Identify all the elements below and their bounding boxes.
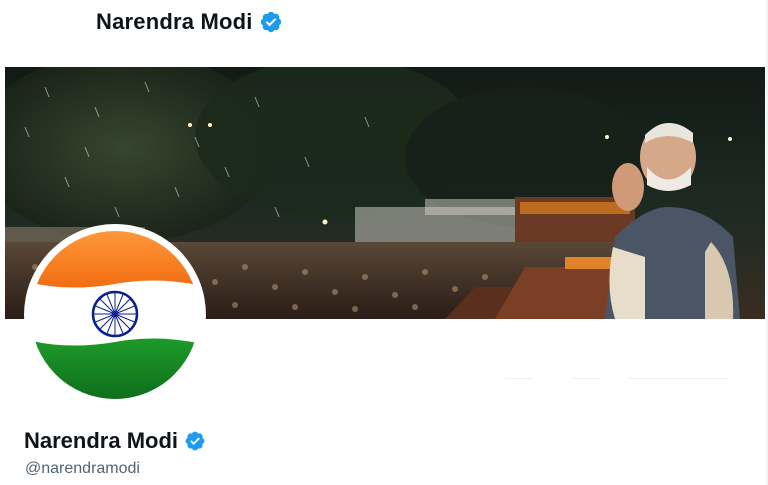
faint-button-edge	[572, 378, 600, 379]
faint-button-edge	[628, 378, 728, 379]
profile-handle: @narendramodi	[25, 460, 140, 477]
profile-name: Narendra Modi	[24, 428, 179, 453]
top-bar-title: Narendra Modi	[96, 9, 283, 35]
flag-avatar-image	[31, 231, 199, 399]
verified-badge-icon	[260, 11, 281, 33]
verified-badge-icon	[185, 431, 205, 451]
faint-button-edge	[505, 378, 533, 379]
profile-name-row: Narendra Modi	[24, 428, 206, 454]
top-bar-name: Narendra Modi	[96, 9, 253, 34]
profile-top-bar: Narendra Modi	[0, 0, 768, 66]
profile-avatar[interactable]	[28, 228, 202, 402]
